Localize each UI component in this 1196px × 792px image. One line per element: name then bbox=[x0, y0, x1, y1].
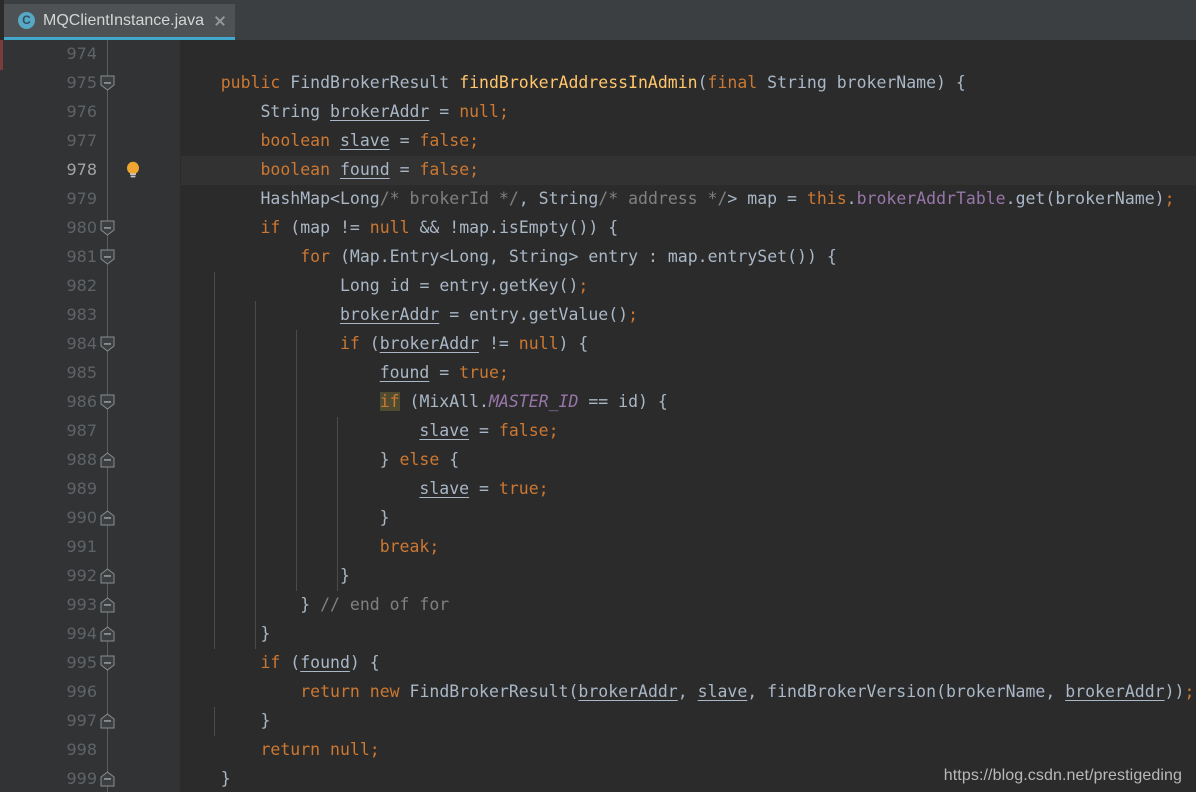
line-number: 977 bbox=[66, 131, 97, 150]
fold-marker-expanded-open[interactable] bbox=[100, 394, 115, 410]
ide-window: C MQClientInstance.java 974 975 976 977 978 9… bbox=[0, 0, 1196, 792]
fold-marker-expanded-open[interactable] bbox=[100, 655, 115, 671]
line-number: 983 bbox=[66, 305, 97, 324]
line-number: 976 bbox=[66, 102, 97, 121]
lightbulb-icon[interactable] bbox=[125, 161, 141, 180]
line-number: 990 bbox=[66, 508, 97, 527]
fold-marker-expanded-close[interactable] bbox=[100, 510, 115, 526]
line-number: 992 bbox=[66, 566, 97, 585]
code-line[interactable]: public FindBrokerResult findBrokerAddres… bbox=[181, 68, 966, 97]
code-text[interactable]: public FindBrokerResult findBrokerAddres… bbox=[181, 40, 1196, 792]
line-number: 978 bbox=[66, 160, 97, 179]
code-line[interactable]: } bbox=[181, 764, 231, 792]
code-line[interactable]: for (Map.Entry<Long, String> entry : map… bbox=[181, 242, 837, 271]
code-line[interactable]: return new FindBrokerResult(brokerAddr, … bbox=[181, 677, 1194, 706]
line-number: 987 bbox=[66, 421, 97, 440]
code-line[interactable]: String brokerAddr = null; bbox=[181, 97, 508, 126]
line-number: 979 bbox=[66, 189, 97, 208]
java-class-icon: C bbox=[18, 12, 35, 29]
line-number: 988 bbox=[66, 450, 97, 469]
line-number: 995 bbox=[66, 653, 97, 672]
line-number: 997 bbox=[66, 711, 97, 730]
line-number: 975 bbox=[66, 73, 97, 92]
line-number: 980 bbox=[66, 218, 97, 237]
watermark: https://blog.csdn.net/prestigeding bbox=[943, 767, 1182, 784]
code-line[interactable]: found = true; bbox=[181, 358, 509, 387]
code-line[interactable]: } bbox=[181, 503, 390, 532]
line-number: 989 bbox=[66, 479, 97, 498]
editor-tab-bar: C MQClientInstance.java bbox=[0, 0, 1196, 40]
code-line[interactable]: HashMap<Long/* brokerId */, String/* add… bbox=[181, 184, 1174, 213]
fold-marker-expanded-open[interactable] bbox=[100, 220, 115, 236]
code-line[interactable]: } else { bbox=[181, 445, 460, 474]
line-number: 982 bbox=[66, 276, 97, 295]
fold-marker-expanded-close[interactable] bbox=[100, 626, 115, 642]
error-stripe-mark bbox=[0, 40, 3, 70]
code-line[interactable]: boolean slave = false; bbox=[181, 126, 479, 155]
fold-marker-expanded-open[interactable] bbox=[100, 75, 115, 91]
code-line[interactable]: if (MixAll.MASTER_ID == id) { bbox=[181, 387, 668, 416]
close-icon[interactable] bbox=[213, 14, 227, 28]
code-line[interactable]: boolean found = false; bbox=[181, 155, 479, 184]
fold-marker-expanded-close[interactable] bbox=[100, 452, 115, 468]
fold-rail bbox=[107, 40, 108, 792]
line-number: 981 bbox=[66, 247, 97, 266]
code-line[interactable]: } // end of for bbox=[181, 590, 449, 619]
line-number: 985 bbox=[66, 363, 97, 382]
gutter-icon-column[interactable] bbox=[105, 40, 180, 792]
fold-marker-expanded-close[interactable] bbox=[100, 771, 115, 787]
code-line[interactable]: break; bbox=[181, 532, 440, 561]
fold-marker-expanded-close[interactable] bbox=[100, 568, 115, 584]
line-number: 993 bbox=[66, 595, 97, 614]
code-line[interactable]: if (found) { bbox=[181, 648, 379, 677]
line-number: 994 bbox=[66, 624, 97, 643]
fold-marker-expanded-close[interactable] bbox=[100, 597, 115, 613]
line-number: 999 bbox=[66, 769, 97, 788]
code-line[interactable]: if (map != null && !map.isEmpty()) { bbox=[181, 213, 618, 242]
line-number: 984 bbox=[66, 334, 97, 353]
line-number: 986 bbox=[66, 392, 97, 411]
code-line[interactable]: brokerAddr = entry.getValue(); bbox=[181, 300, 638, 329]
code-line[interactable]: return null; bbox=[181, 735, 379, 764]
code-line[interactable]: if (brokerAddr != null) { bbox=[181, 329, 588, 358]
fold-marker-expanded-open[interactable] bbox=[100, 336, 115, 352]
code-line[interactable]: slave = false; bbox=[181, 416, 558, 445]
line-number: 974 bbox=[66, 44, 97, 63]
code-editor[interactable]: 974 975 976 977 978 979 980 981 982 983 984 985 986 9… bbox=[0, 40, 1196, 792]
line-number: 991 bbox=[66, 537, 97, 556]
code-line[interactable]: } bbox=[181, 619, 270, 648]
code-line[interactable]: Long id = entry.getKey(); bbox=[181, 271, 588, 300]
tab-mqclientinstance-java[interactable]: C MQClientInstance.java bbox=[4, 4, 235, 40]
line-number: 998 bbox=[66, 740, 97, 759]
code-line[interactable]: slave = true; bbox=[181, 474, 548, 503]
tab-label: MQClientInstance.java bbox=[43, 11, 204, 29]
fold-marker-expanded-close[interactable] bbox=[100, 713, 115, 729]
code-line[interactable]: } bbox=[181, 561, 350, 590]
line-number: 996 bbox=[66, 682, 97, 701]
fold-marker-expanded-open[interactable] bbox=[100, 249, 115, 265]
code-line[interactable]: } bbox=[181, 706, 270, 735]
